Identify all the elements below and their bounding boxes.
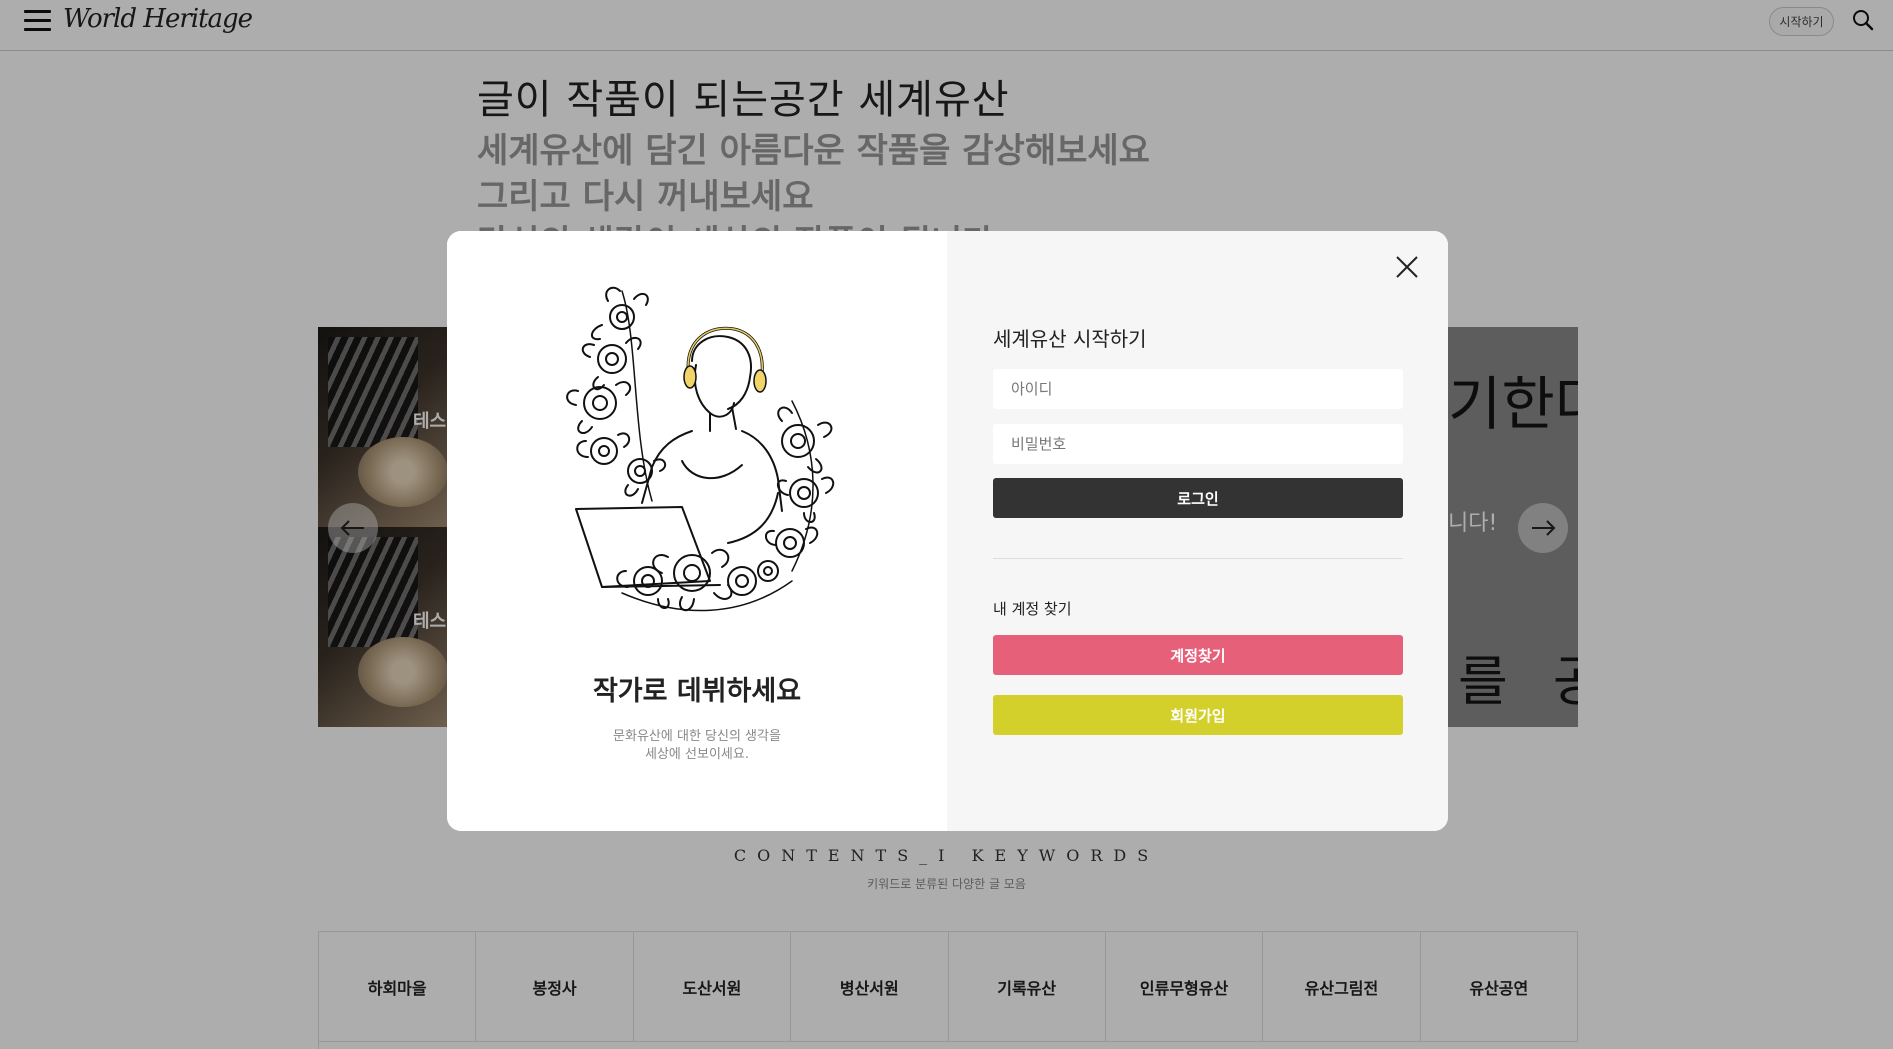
login-modal: 작가로 데뷔하세요 문화유산에 대한 당신의 생각을 세상에 선보이세요. 세계… xyxy=(447,231,1448,831)
login-panel: 세계유산 시작하기 로그인 내 계정 찾기 계정찾기 회원가입 xyxy=(947,231,1448,831)
promo-description: 문화유산에 대한 당신의 생각을 xyxy=(613,729,781,744)
promo-title: 작가로 데뷔하세요 xyxy=(592,676,802,707)
find-account-button[interactable]: 계정찾기 xyxy=(993,635,1403,675)
promo-description: 세상에 선보이세요. xyxy=(645,747,749,762)
id-input[interactable] xyxy=(993,369,1403,409)
password-input[interactable] xyxy=(993,424,1403,464)
divider xyxy=(993,558,1403,559)
login-form-title: 세계유산 시작하기 xyxy=(993,327,1147,351)
writer-illustration xyxy=(566,286,835,612)
signup-button[interactable]: 회원가입 xyxy=(993,695,1403,735)
login-button[interactable]: 로그인 xyxy=(993,478,1403,518)
find-account-label: 내 계정 찾기 xyxy=(993,600,1072,618)
promo-panel: 작가로 데뷔하세요 문화유산에 대한 당신의 생각을 세상에 선보이세요. xyxy=(447,231,947,831)
close-icon[interactable] xyxy=(1394,254,1420,280)
